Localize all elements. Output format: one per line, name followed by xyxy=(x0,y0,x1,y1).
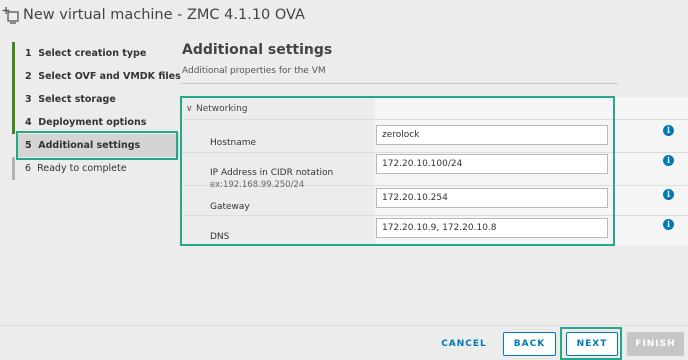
info-icon[interactable]: i xyxy=(663,219,674,230)
page-subtitle: Additional properties for the VM xyxy=(182,66,326,76)
step-label: Select OVF and VMDK files xyxy=(38,71,181,82)
networking-highlight xyxy=(180,96,615,246)
step-progress-bar xyxy=(12,111,15,134)
step-number: 6 xyxy=(25,163,32,174)
active-step-highlight xyxy=(16,131,178,160)
step-label: Ready to complete xyxy=(37,163,127,174)
step-number: 2 xyxy=(25,71,32,82)
page-title: Additional settings xyxy=(182,42,333,58)
step-label: Select creation type xyxy=(38,48,147,59)
info-icon[interactable]: i xyxy=(663,155,674,166)
header-divider xyxy=(181,83,618,84)
step-number: 1 xyxy=(25,48,32,59)
next-button-highlight xyxy=(560,327,622,360)
footer-divider xyxy=(0,325,688,326)
step-progress-bar xyxy=(12,42,15,65)
cancel-button[interactable]: CANCEL xyxy=(433,332,495,356)
finish-button: FINISH xyxy=(627,332,684,356)
step-select-ovf-vmdk[interactable]: 2 Select OVF and VMDK files xyxy=(12,65,181,88)
step-select-creation-type[interactable]: 1 Select creation type xyxy=(12,42,180,65)
step-progress-bar xyxy=(12,65,15,88)
step-label: Deployment options xyxy=(38,117,147,128)
back-button[interactable]: BACK xyxy=(503,332,556,356)
info-icon[interactable]: i xyxy=(663,125,674,136)
new-vm-icon xyxy=(2,7,19,24)
window-titlebar: New virtual machine - ZMC 4.1.10 OVA xyxy=(0,0,688,34)
step-ready-to-complete: 6 Ready to complete xyxy=(12,157,180,180)
window-title: New virtual machine - ZMC 4.1.10 OVA xyxy=(23,7,305,23)
step-select-storage[interactable]: 3 Select storage xyxy=(12,88,180,111)
step-progress-bar xyxy=(12,88,15,111)
step-number: 4 xyxy=(25,117,32,128)
step-label: Select storage xyxy=(38,94,116,105)
step-number: 3 xyxy=(25,94,32,105)
info-icon[interactable]: i xyxy=(663,189,674,200)
step-progress-bar xyxy=(12,157,15,180)
